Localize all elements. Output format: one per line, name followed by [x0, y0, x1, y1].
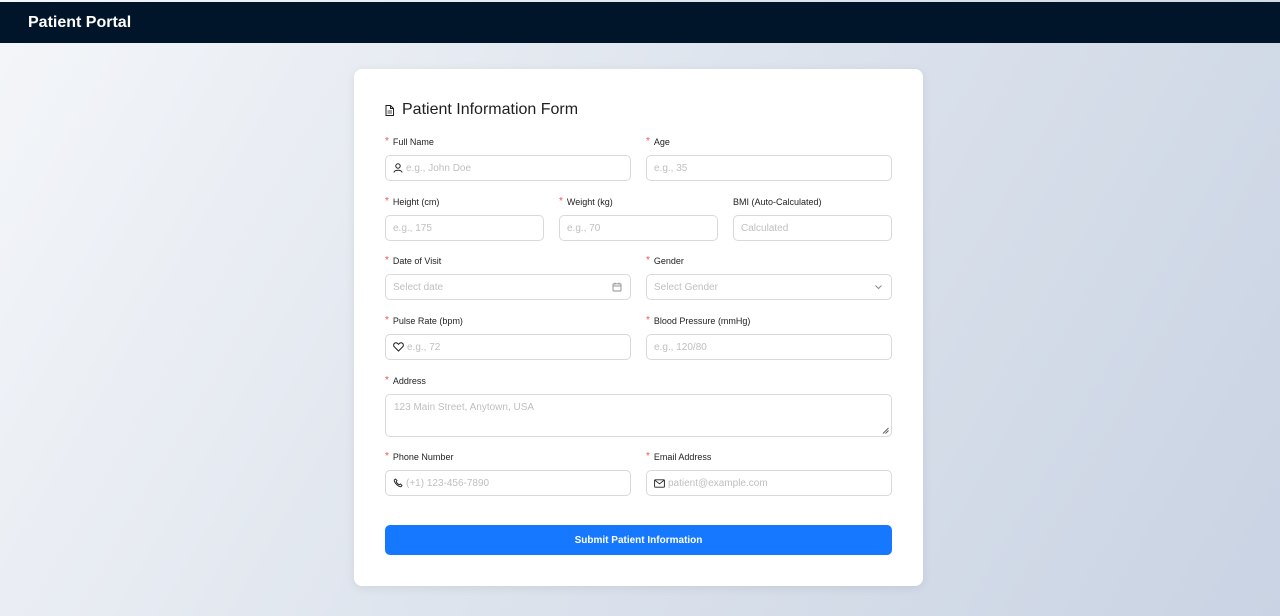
required-mark: *	[385, 196, 389, 207]
top-navbar: Patient Portal	[0, 2, 1280, 43]
full-name-field: * Full Name e.g., John Doe	[385, 136, 631, 181]
weight-placeholder: e.g., 70	[567, 222, 601, 234]
email-placeholder: patient@example.com	[668, 477, 768, 489]
age-placeholder: e.g., 35	[654, 162, 688, 174]
date-picker[interactable]: Select date	[385, 274, 631, 300]
blood-pressure-placeholder: e.g., 120/80	[654, 341, 707, 353]
mail-icon	[654, 478, 665, 488]
address-textarea[interactable]: 123 Main Street, Anytown, USA	[385, 394, 892, 437]
email-field: * Email Address patient@example.com	[646, 451, 892, 496]
email-input[interactable]: patient@example.com	[646, 470, 892, 496]
heart-icon	[393, 342, 404, 352]
address-placeholder: 123 Main Street, Anytown, USA	[394, 402, 535, 413]
date-placeholder: Select date	[393, 281, 444, 293]
blood-pressure-label: * Blood Pressure (mmHg)	[646, 315, 751, 326]
required-mark: *	[385, 451, 389, 462]
required-mark: *	[646, 255, 650, 266]
form-title-text: Patient Information Form	[402, 101, 579, 118]
phone-field: * Phone Number (+1) 123-456-7890	[385, 451, 631, 496]
date-of-visit-field: * Date of Visit Select date	[385, 255, 631, 300]
address-field: * Address 123 Main Street, Anytown, USA	[385, 375, 892, 437]
phone-icon	[393, 478, 403, 488]
height-placeholder: e.g., 175	[393, 222, 432, 234]
gender-field: * Gender Select Gender	[646, 255, 892, 300]
phone-input[interactable]: (+1) 123-456-7890	[385, 470, 631, 496]
height-field: * Height (cm) e.g., 175	[385, 196, 544, 241]
bmi-label: BMI (Auto-Calculated)	[733, 197, 822, 207]
age-label: * Age	[646, 136, 670, 147]
file-icon	[385, 104, 394, 116]
required-mark: *	[385, 136, 389, 147]
patient-form-card: Patient Information Form * Full Name e.g.…	[354, 69, 923, 586]
phone-placeholder: (+1) 123-456-7890	[406, 477, 490, 489]
resize-handle-icon[interactable]	[882, 427, 889, 434]
calendar-icon[interactable]	[612, 282, 622, 292]
age-input[interactable]: e.g., 35	[646, 155, 892, 181]
gender-placeholder: Select Gender	[654, 281, 718, 293]
pulse-rate-placeholder: e.g., 72	[407, 341, 441, 353]
height-label: * Height (cm)	[385, 196, 440, 207]
blood-pressure-field: * Blood Pressure (mmHg) e.g., 120/80	[646, 315, 892, 360]
height-input[interactable]: e.g., 175	[385, 215, 544, 241]
bmi-placeholder: Calculated	[741, 222, 789, 234]
weight-input[interactable]: e.g., 70	[559, 215, 718, 241]
pulse-rate-label: * Pulse Rate (bpm)	[385, 315, 463, 326]
brand-title[interactable]: Patient Portal	[28, 14, 131, 32]
required-mark: *	[646, 451, 650, 462]
chevron-down-icon[interactable]	[874, 282, 883, 292]
required-mark: *	[385, 255, 389, 266]
form-title: Patient Information Form	[385, 101, 578, 119]
phone-label: * Phone Number	[385, 451, 454, 462]
user-icon	[393, 163, 403, 173]
bmi-field: BMI (Auto-Calculated) Calculated	[733, 196, 892, 241]
full-name-label: * Full Name	[385, 136, 434, 147]
required-mark: *	[559, 196, 563, 207]
weight-label: * Weight (kg)	[559, 196, 613, 207]
date-of-visit-label: * Date of Visit	[385, 255, 442, 266]
blood-pressure-input[interactable]: e.g., 120/80	[646, 334, 892, 360]
pulse-rate-input[interactable]: e.g., 72	[385, 334, 631, 360]
pulse-rate-field: * Pulse Rate (bpm) e.g., 72	[385, 315, 631, 360]
address-label: * Address	[385, 375, 426, 386]
bmi-input[interactable]: Calculated	[733, 215, 892, 241]
email-label: * Email Address	[646, 451, 712, 462]
required-mark: *	[646, 315, 650, 326]
required-mark: *	[646, 136, 650, 147]
weight-field: * Weight (kg) e.g., 70	[559, 196, 718, 241]
gender-select[interactable]: Select Gender	[646, 274, 892, 300]
full-name-input[interactable]: e.g., John Doe	[385, 155, 631, 181]
required-mark: *	[385, 315, 389, 326]
age-field: * Age e.g., 35	[646, 136, 892, 181]
submit-button[interactable]: Submit Patient Information	[385, 525, 892, 555]
gender-label: * Gender	[646, 255, 684, 266]
full-name-placeholder: e.g., John Doe	[406, 162, 472, 174]
required-mark: *	[385, 375, 389, 386]
